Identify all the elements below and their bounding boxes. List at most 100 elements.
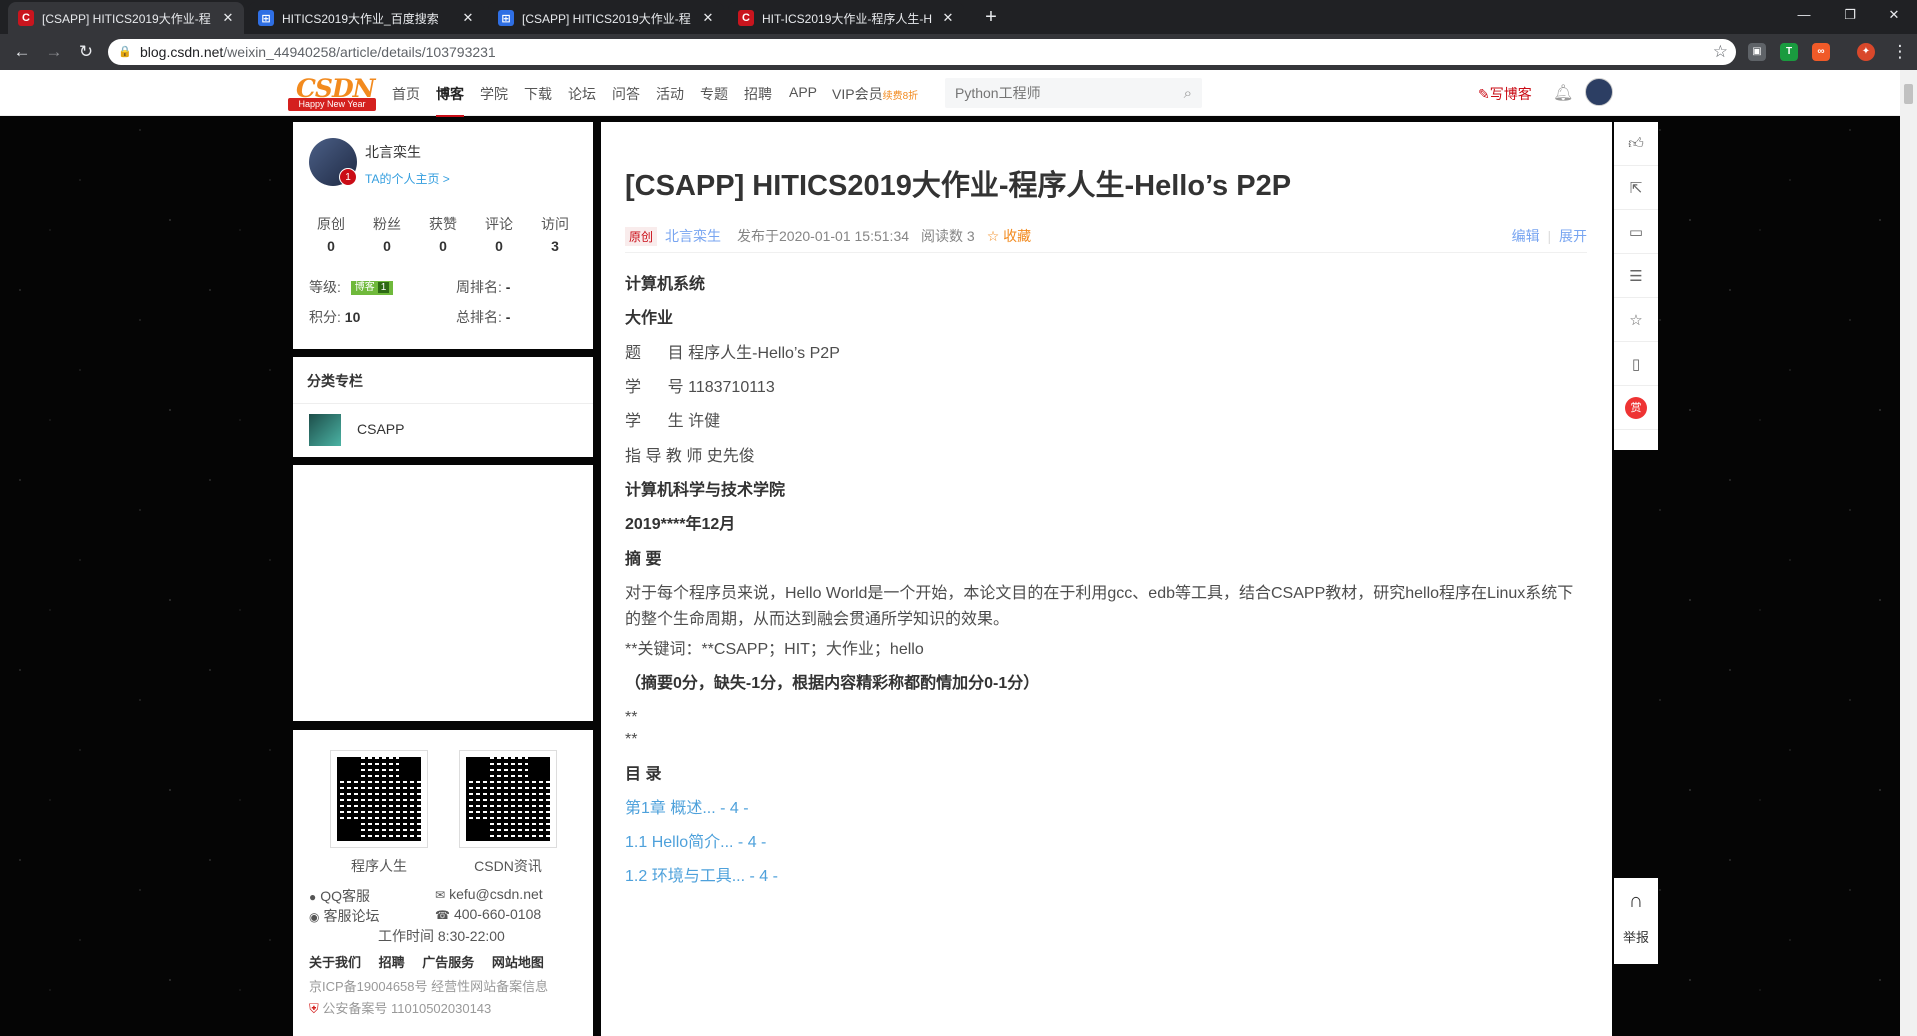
toc-link[interactable]: 第1章 概述... - 4 - <box>625 796 749 822</box>
menu-icon[interactable]: ⋮ <box>1888 40 1912 64</box>
url-host: blog.csdn.net <box>140 44 224 60</box>
nav-vip[interactable]: VIP会员续费8折 <box>832 84 918 104</box>
jobs-link[interactable]: 招聘 <box>379 955 419 970</box>
tab-title: HIT-ICS2019大作业-程序人生-H <box>762 11 933 26</box>
user-avatar[interactable] <box>1585 78 1613 106</box>
write-blog-button[interactable]: ✎写博客 <box>1478 84 1532 104</box>
paragraph: 大作业 <box>625 310 674 327</box>
mobile-icon[interactable]: ▯ <box>1614 342 1658 386</box>
back-icon[interactable]: ← <box>10 40 34 64</box>
about-link[interactable]: 关于我们 <box>309 955 375 970</box>
extension-icon[interactable]: ∞ <box>1812 43 1830 61</box>
article-meta: 原创 北言栾生 发布于2020-01-01 15:51:34 阅读数 3 ☆ 收… <box>625 226 1587 246</box>
nav-qa[interactable]: 问答 <box>612 84 640 104</box>
report-button[interactable]: ∩ 举报 <box>1614 878 1658 964</box>
close-icon[interactable]: ✕ <box>220 10 236 26</box>
tab-title: [CSAPP] HITICS2019大作业-程 <box>522 11 691 26</box>
email-link[interactable]: ✉ kefu@csdn.net <box>435 886 543 902</box>
browser-tab-2[interactable]: ⊞ HITICS2019大作业_百度搜索 ✕ <box>248 2 484 34</box>
extension-icon[interactable]: ▣ <box>1748 43 1766 61</box>
level-tag-text: 博客 <box>354 282 375 294</box>
edit-link[interactable]: 编辑 <box>1512 228 1540 244</box>
reload-icon[interactable]: ↻ <box>74 40 98 64</box>
nav-events[interactable]: 活动 <box>656 84 684 104</box>
footer-link-label: 网站地图 <box>491 955 544 970</box>
close-icon[interactable]: ✕ <box>460 10 476 26</box>
police-record[interactable]: ⛨ 公安备案号 11010502030143 <box>309 998 491 1017</box>
work-hours: 工作时间 8:30-22:00 <box>378 928 505 944</box>
author-homepage-link[interactable]: TA的个人主页 > <box>365 170 450 187</box>
search-icon[interactable]: ⌕ <box>1184 85 1192 102</box>
paragraph: 2019****年12月 <box>625 516 736 533</box>
qq-label: QQ客服 <box>320 888 371 904</box>
web-page: CSDN Happy New Year 首页 博客 学院 下载 论坛 问答 活动… <box>0 70 1900 1036</box>
page-scrollbar[interactable] <box>1900 70 1917 1036</box>
sitemap-link[interactable]: 网站地图 <box>492 955 558 970</box>
level-label: 等级: <box>309 279 341 295</box>
new-tab-button[interactable]: + <box>978 4 1004 30</box>
toc-icon[interactable]: ☰ <box>1614 254 1658 298</box>
scrollbar-thumb[interactable] <box>1904 84 1913 104</box>
section-heading: 目 录 <box>625 766 662 783</box>
toc-link[interactable]: 1.2 环境与工具... - 4 - <box>625 864 778 890</box>
reward-button[interactable]: 赏 <box>1614 386 1658 430</box>
expand-link[interactable]: 展开 <box>1559 228 1587 244</box>
nav-app[interactable]: APP <box>789 84 817 100</box>
nav-academy[interactable]: 学院 <box>480 84 508 104</box>
share-icon[interactable]: ⇱ <box>1614 166 1658 210</box>
minimize-icon[interactable]: — <box>1781 0 1827 30</box>
bookmark-star-icon[interactable]: ☆ <box>1713 42 1728 62</box>
address-bar[interactable]: 🔒 blog.csdn.net/weixin_44940258/article/… <box>108 39 1736 65</box>
qq-support-link[interactable]: ● QQ客服 <box>309 886 370 906</box>
points-row: 积分: 10 <box>309 307 360 327</box>
stat-value: 0 <box>383 238 391 254</box>
mail-icon: ✉ <box>435 888 446 902</box>
close-icon[interactable]: ✕ <box>700 10 716 26</box>
stat-original[interactable]: 原创 0 <box>303 214 359 254</box>
forward-icon[interactable]: → <box>42 40 66 64</box>
extension-icon[interactable]: T <box>1780 43 1798 61</box>
baidu-icon: ⊞ <box>498 10 514 26</box>
profile-icon[interactable]: ✦ <box>1857 43 1875 61</box>
restore-icon[interactable]: ❐ <box>1827 0 1873 30</box>
forum-icon: ◉ <box>309 910 320 924</box>
nav-forum[interactable]: 论坛 <box>568 84 596 104</box>
vip-badge: 续费8折 <box>882 91 919 102</box>
nav-download[interactable]: 下载 <box>524 84 552 104</box>
browser-tab-3[interactable]: ⊞ [CSAPP] HITICS2019大作业-程 ✕ <box>488 2 724 34</box>
author-name[interactable]: 北言栾生 <box>365 142 421 162</box>
nav-topics[interactable]: 专题 <box>700 84 728 104</box>
stat-value: 0 <box>439 238 447 254</box>
favorite-button[interactable]: ☆ 收藏 <box>987 226 1031 246</box>
toc-link[interactable]: 1.1 Hello简介... - 4 - <box>625 830 766 856</box>
nav-blog[interactable]: 博客 <box>436 84 464 117</box>
csdn-logo[interactable]: CSDN Happy New Year <box>288 74 376 112</box>
support-forum-link[interactable]: ◉ 客服论坛 <box>309 906 379 926</box>
bell-icon[interactable]: 🔔︎ <box>1553 83 1573 103</box>
stat-fans[interactable]: 粉丝 0 <box>359 214 415 254</box>
nav-home[interactable]: 首页 <box>392 84 420 104</box>
column-link-csapp[interactable]: CSAPP <box>357 421 404 437</box>
stat-comments: 评论 0 <box>471 214 527 254</box>
column-thumbnail[interactable] <box>309 414 341 446</box>
stat-label: 获赞 <box>429 216 457 232</box>
ad-placeholder <box>293 465 593 721</box>
window-close-icon[interactable]: ✕ <box>1871 0 1917 30</box>
tab-title: [CSAPP] HITICS2019大作业-程 <box>42 11 211 26</box>
favorite-star-icon[interactable]: ☆ <box>1614 298 1658 342</box>
browser-tabbar: C [CSAPP] HITICS2019大作业-程 ✕ ⊞ HITICS2019… <box>0 0 1917 34</box>
read-count: 阅读数 3 <box>921 228 975 244</box>
stat-value: 0 <box>327 238 335 254</box>
browser-tab-1[interactable]: C [CSAPP] HITICS2019大作业-程 ✕ <box>8 2 244 34</box>
icp-record[interactable]: 京ICP备19004658号 经营性网站备案信息 <box>309 976 548 995</box>
browser-tab-4[interactable]: C HIT-ICS2019大作业-程序人生-H ✕ <box>728 2 964 34</box>
nav-jobs[interactable]: 招聘 <box>744 84 772 104</box>
comment-icon[interactable]: ▭ <box>1614 210 1658 254</box>
close-icon[interactable]: ✕ <box>940 10 956 26</box>
article-container: [CSAPP] HITICS2019大作业-程序人生-Hello’s P2P 原… <box>601 122 1612 1036</box>
like-icon[interactable]: 👍︎ <box>1614 122 1658 166</box>
search-input[interactable] <box>955 85 1184 101</box>
paragraph: 对于每个程序员来说，Hello World是一个开始，本论文目的在于利用gcc、… <box>625 585 1574 628</box>
ads-link[interactable]: 广告服务 <box>422 955 488 970</box>
article-author-link[interactable]: 北言栾生 <box>665 226 721 246</box>
